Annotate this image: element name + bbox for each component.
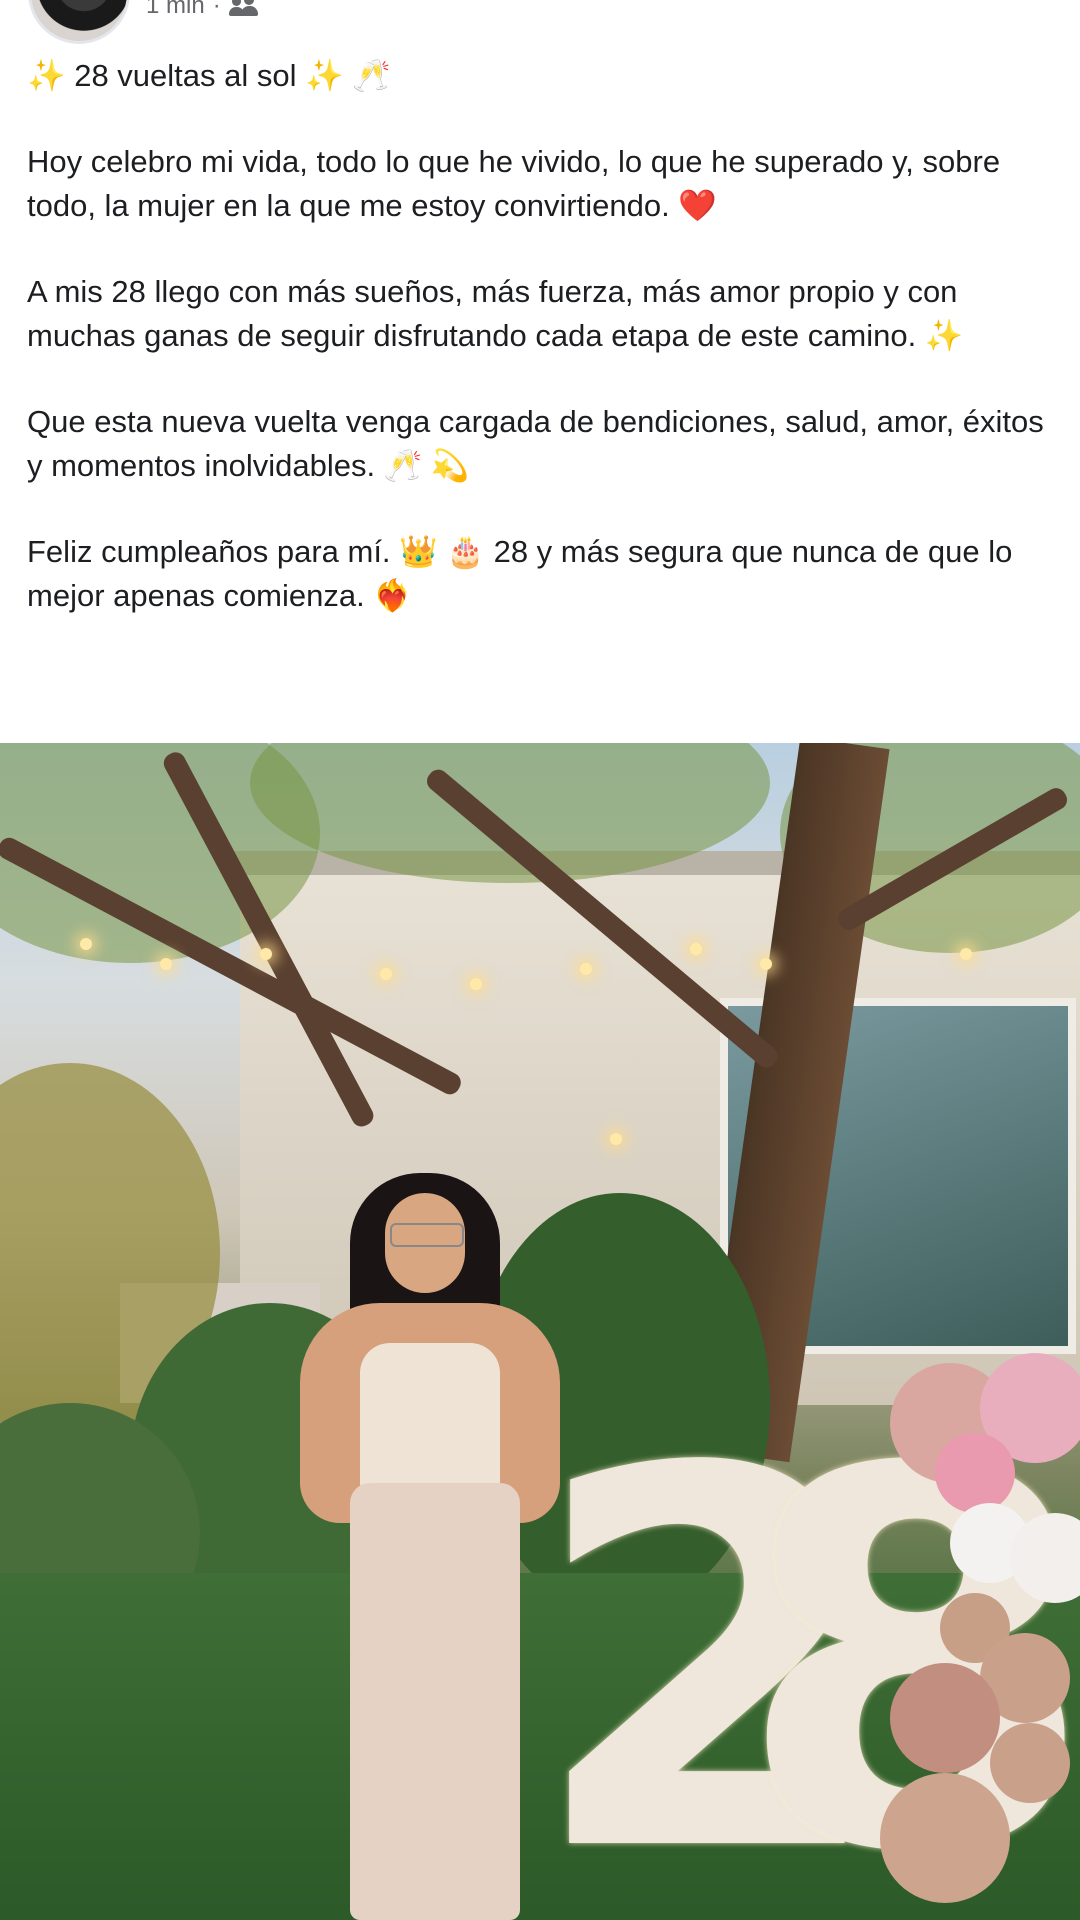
- string-light: [580, 963, 592, 975]
- balloon: [935, 1433, 1015, 1513]
- post-photo[interactable]: 2 8: [0, 743, 1080, 1920]
- meta-separator: ·: [212, 0, 221, 19]
- string-light: [610, 1133, 622, 1145]
- string-light: [80, 938, 92, 950]
- glasses: [390, 1223, 464, 1247]
- post-time[interactable]: 1 min: [146, 0, 205, 20]
- post-paragraph: A mis 28 llego con más sueños, más fuerz…: [27, 274, 967, 353]
- string-light: [380, 968, 392, 980]
- post-paragraph: Feliz cumpleaños para mí. 👑 🎂 28 y más s…: [27, 534, 1021, 613]
- friends-icon[interactable]: [228, 0, 259, 17]
- post-text: ✨ 28 vueltas al sol ✨ 🥂 Hoy celebro mi v…: [27, 54, 1057, 660]
- person: [290, 1163, 580, 1920]
- post-paragraph: Que esta nueva vuelta venga cargada de b…: [27, 404, 1053, 483]
- corset-top: [360, 1343, 500, 1493]
- string-light: [960, 948, 972, 960]
- post-header: 1 min ·: [0, 0, 1080, 44]
- pants: [350, 1483, 520, 1920]
- post-meta: 1 min ·: [146, 0, 259, 20]
- avatar[interactable]: [28, 0, 130, 44]
- balloon: [880, 1773, 1010, 1903]
- string-light: [690, 943, 702, 955]
- post-paragraph: Hoy celebro mi vida, todo lo que he vivi…: [27, 144, 1009, 223]
- string-light: [470, 978, 482, 990]
- string-light: [260, 948, 272, 960]
- string-light: [160, 958, 172, 970]
- balloon: [890, 1663, 1000, 1773]
- post-title-line: ✨ 28 vueltas al sol ✨ 🥂: [27, 58, 391, 93]
- balloon: [990, 1723, 1070, 1803]
- string-light: [760, 958, 772, 970]
